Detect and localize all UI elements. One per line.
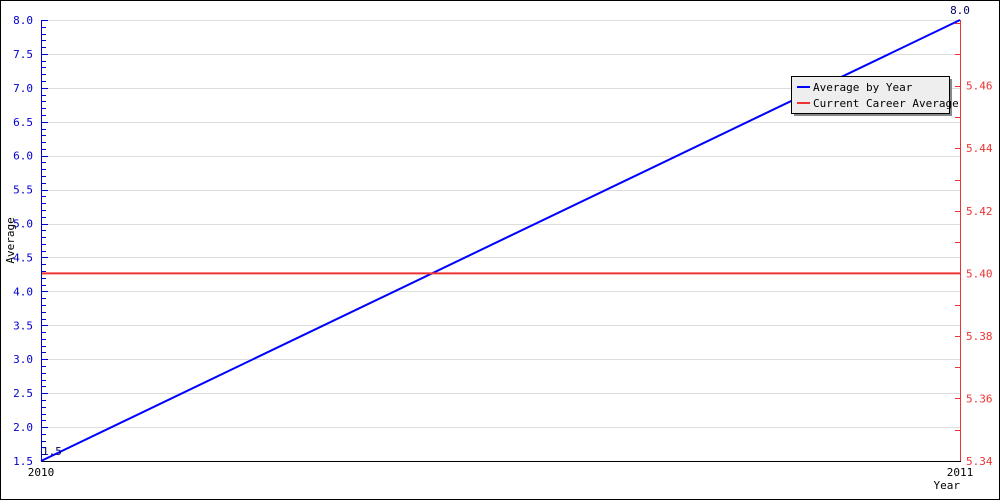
line-chart: 1.52.02.53.03.54.04.55.05.56.06.57.07.58… (4, 4, 993, 492)
right-tick-label: 5.44 (966, 142, 993, 155)
legend-entry-average-by-year: Average by Year (797, 81, 913, 94)
left-tick-label: 3.0 (13, 353, 33, 366)
legend-label: Current Career Average (813, 97, 959, 110)
right-tick-label: 5.40 (966, 267, 993, 280)
y-axis-title: Average (4, 217, 17, 263)
right-tick-label: 5.38 (966, 330, 993, 343)
left-tick-label: 5.5 (13, 184, 33, 197)
data-label: 1.5 (42, 445, 62, 458)
data-label: 8.0 (950, 4, 970, 17)
left-tick-label: 7.0 (13, 82, 33, 95)
left-tick-label: 8.0 (13, 14, 33, 27)
series-layer: 1.5 8.0 (40, 4, 970, 462)
x-tick-label: 2011 (947, 466, 974, 479)
left-y-axis: 1.52.02.53.03.54.04.55.05.56.06.57.07.58… (13, 14, 48, 468)
left-tick-label: 3.5 (13, 319, 33, 332)
chart-frame: 1.5 2.0 2.5 3.0 3.5 4.0 4.5 5.0 5.5 6.0 6.5 7.0 7.5 8… (0, 0, 1000, 500)
left-tick-label: 6.0 (13, 150, 33, 163)
left-tick-label: 4.0 (13, 285, 33, 298)
right-tick-label: 5.42 (966, 205, 993, 218)
x-axis-title: Year (934, 479, 961, 492)
left-tick-label: 6.5 (13, 116, 33, 129)
right-tick-label: 5.46 (966, 80, 993, 93)
x-tick-label: 2010 (28, 466, 55, 479)
legend-entry-career-average: Current Career Average (797, 97, 959, 110)
left-tick-label: 7.5 (13, 48, 33, 61)
right-tick-label: 5.36 (966, 392, 993, 405)
legend-label: Average by Year (813, 81, 913, 94)
legend: Average by Year Current Career Average (791, 76, 959, 116)
left-tick-label: 2.5 (13, 387, 33, 400)
x-axis-ticks: 2010 2011 (28, 466, 974, 479)
right-y-axis: 5.345.365.385.405.425.445.46 (955, 20, 993, 468)
left-tick-label: 2.0 (13, 421, 33, 434)
